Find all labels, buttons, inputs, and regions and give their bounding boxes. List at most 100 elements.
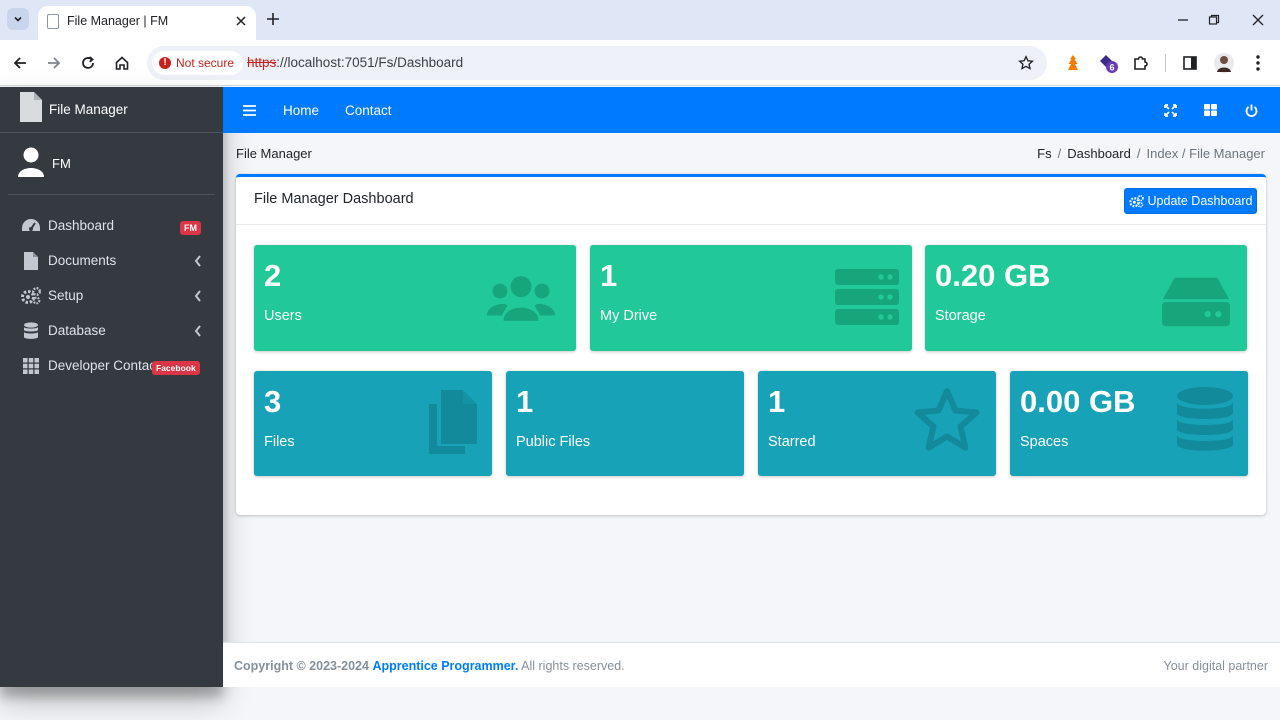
restore-button[interactable] — [1200, 8, 1228, 32]
sidebar-item-setup[interactable]: Setup — [8, 279, 215, 313]
toolbar-divider — [1165, 54, 1166, 72]
puzzle-icon — [1134, 56, 1148, 70]
breadcrumb-item-fs[interactable]: Fs — [1037, 146, 1051, 161]
sidebar-item-database[interactable]: Database — [8, 314, 215, 348]
security-chip[interactable]: ! Not secure — [152, 51, 244, 75]
close-icon — [1252, 14, 1264, 26]
extension-button-1[interactable] — [1062, 52, 1084, 74]
stat-box-storage[interactable]: 0.20 GB Storage — [925, 245, 1247, 351]
stat-label: Spaces — [1020, 434, 1069, 450]
forward-button[interactable] — [42, 51, 66, 75]
update-dashboard-label: Update Dashboard — [1147, 194, 1253, 208]
stat-box-public-files[interactable]: 1 Public Files — [506, 371, 744, 476]
sidebar-item-documents[interactable]: Documents — [8, 244, 215, 278]
update-dashboard-button[interactable]: Update Dashboard — [1124, 188, 1257, 214]
stat-label: Starred — [768, 434, 816, 450]
card-header: File Manager Dashboard Update Dashboard — [236, 177, 1266, 225]
stat-box-files[interactable]: 3 Files — [254, 371, 492, 476]
url-scheme: https — [247, 55, 277, 70]
browser-menu-button[interactable] — [1247, 52, 1269, 74]
grid-icon — [21, 357, 41, 375]
page-title: File Manager — [236, 146, 312, 161]
top-navbar: Home Contact — [223, 87, 1280, 133]
breadcrumb-item-dashboard[interactable]: Dashboard — [1067, 146, 1131, 161]
reload-button[interactable] — [76, 51, 100, 75]
new-tab-button[interactable] — [263, 9, 283, 29]
home-button[interactable] — [110, 51, 134, 75]
browser-tab-bar: File Manager | FM — [0, 0, 1280, 40]
control-sidebar-button[interactable] — [1201, 101, 1219, 119]
chevron-left-icon — [194, 325, 201, 337]
dashboard-badge: FM — [180, 221, 201, 235]
chevron-left-icon — [194, 255, 201, 267]
company-link[interactable]: Apprentice Programmer. — [372, 659, 518, 673]
user-panel[interactable]: FM — [8, 133, 215, 195]
user-icon — [18, 147, 44, 177]
minimize-icon — [1178, 19, 1188, 21]
breadcrumb: Fs / Dashboard / Index / File Manager — [1037, 146, 1265, 161]
stat-box-starred[interactable]: 1 Starred — [758, 371, 996, 476]
hamburger-icon — [242, 104, 256, 116]
profile-avatar-button[interactable] — [1213, 52, 1235, 74]
main-footer: Copyright © 2023-2024 Apprentice Program… — [223, 642, 1280, 687]
browser-tab[interactable]: File Manager | FM — [38, 6, 256, 40]
sidebar-item-label: Setup — [48, 288, 84, 303]
nav-link-home[interactable]: Home — [283, 103, 319, 118]
tab-close-button[interactable] — [232, 12, 250, 30]
side-panel-icon — [1183, 56, 1197, 70]
extension-badge: 6 — [1109, 63, 1114, 73]
cogs-icon — [1128, 194, 1144, 208]
fullscreen-button[interactable] — [1161, 101, 1179, 119]
brand-text: File Manager — [49, 102, 128, 117]
stat-box-users[interactable]: 2 Users — [254, 245, 576, 351]
footer-copyright: Copyright © 2023-2024 Apprentice Program… — [234, 659, 625, 673]
home-icon — [115, 56, 129, 70]
security-label: Not secure — [176, 56, 235, 70]
extension-orange-icon — [1068, 55, 1078, 70]
stat-value: 1 — [768, 384, 786, 419]
main-sidebar: File Manager FM Dashboard FM Documents S… — [0, 87, 223, 687]
logout-button[interactable] — [1242, 101, 1260, 119]
dashboard-icon — [21, 217, 41, 235]
file-icon — [20, 92, 42, 122]
extension-purple-icon: 6 — [1100, 55, 1118, 73]
user-name: FM — [52, 156, 71, 171]
stat-label: Files — [264, 434, 295, 450]
warning-icon: ! — [159, 57, 171, 69]
breadcrumb-item-current: Index / File Manager — [1146, 146, 1265, 161]
stat-box-my-drive[interactable]: 1 My Drive — [590, 245, 912, 351]
sidebar-item-label: Database — [48, 323, 106, 338]
sidebar-item-developer-contact[interactable]: Developer Contact Facebook — [8, 349, 215, 383]
stat-label: My Drive — [600, 308, 658, 324]
sidebar-item-label: Developer Contact — [48, 358, 160, 373]
restore-icon — [1208, 14, 1220, 25]
stat-value: 1 — [516, 384, 534, 419]
plus-icon — [267, 13, 279, 25]
page-favicon-icon — [47, 14, 59, 29]
bookmark-star-button[interactable] — [1015, 52, 1037, 74]
server-icon — [832, 265, 902, 331]
tab-search-button[interactable] — [7, 8, 29, 30]
arrow-right-icon — [48, 57, 61, 69]
brand-link[interactable]: File Manager — [0, 87, 223, 133]
extension-button-2[interactable]: 6 — [1097, 52, 1119, 74]
chevron-left-icon — [194, 290, 201, 302]
extensions-menu-button[interactable] — [1130, 52, 1152, 74]
database-icon — [21, 322, 41, 340]
reload-icon — [82, 56, 94, 69]
close-window-button[interactable] — [1244, 8, 1272, 32]
minimize-button[interactable] — [1169, 8, 1197, 32]
tab-title: File Manager | FM — [67, 14, 169, 28]
nav-link-contact[interactable]: Contact — [345, 103, 392, 118]
facebook-badge: Facebook — [152, 361, 200, 375]
back-button[interactable] — [8, 51, 32, 75]
stat-box-spaces[interactable]: 0.00 GB Spaces — [1010, 371, 1248, 476]
star-outline-icon — [1018, 55, 1034, 70]
stat-label: Public Files — [516, 434, 591, 450]
side-panel-button[interactable] — [1179, 52, 1201, 74]
sidebar-toggle-button[interactable] — [240, 101, 258, 119]
address-bar[interactable]: ! Not secure https://localhost:7051/Fs/D… — [147, 46, 1047, 80]
sidebar-item-label: Dashboard — [48, 218, 115, 233]
sidebar-item-dashboard[interactable]: Dashboard FM — [8, 209, 215, 243]
document-icon — [21, 252, 41, 270]
